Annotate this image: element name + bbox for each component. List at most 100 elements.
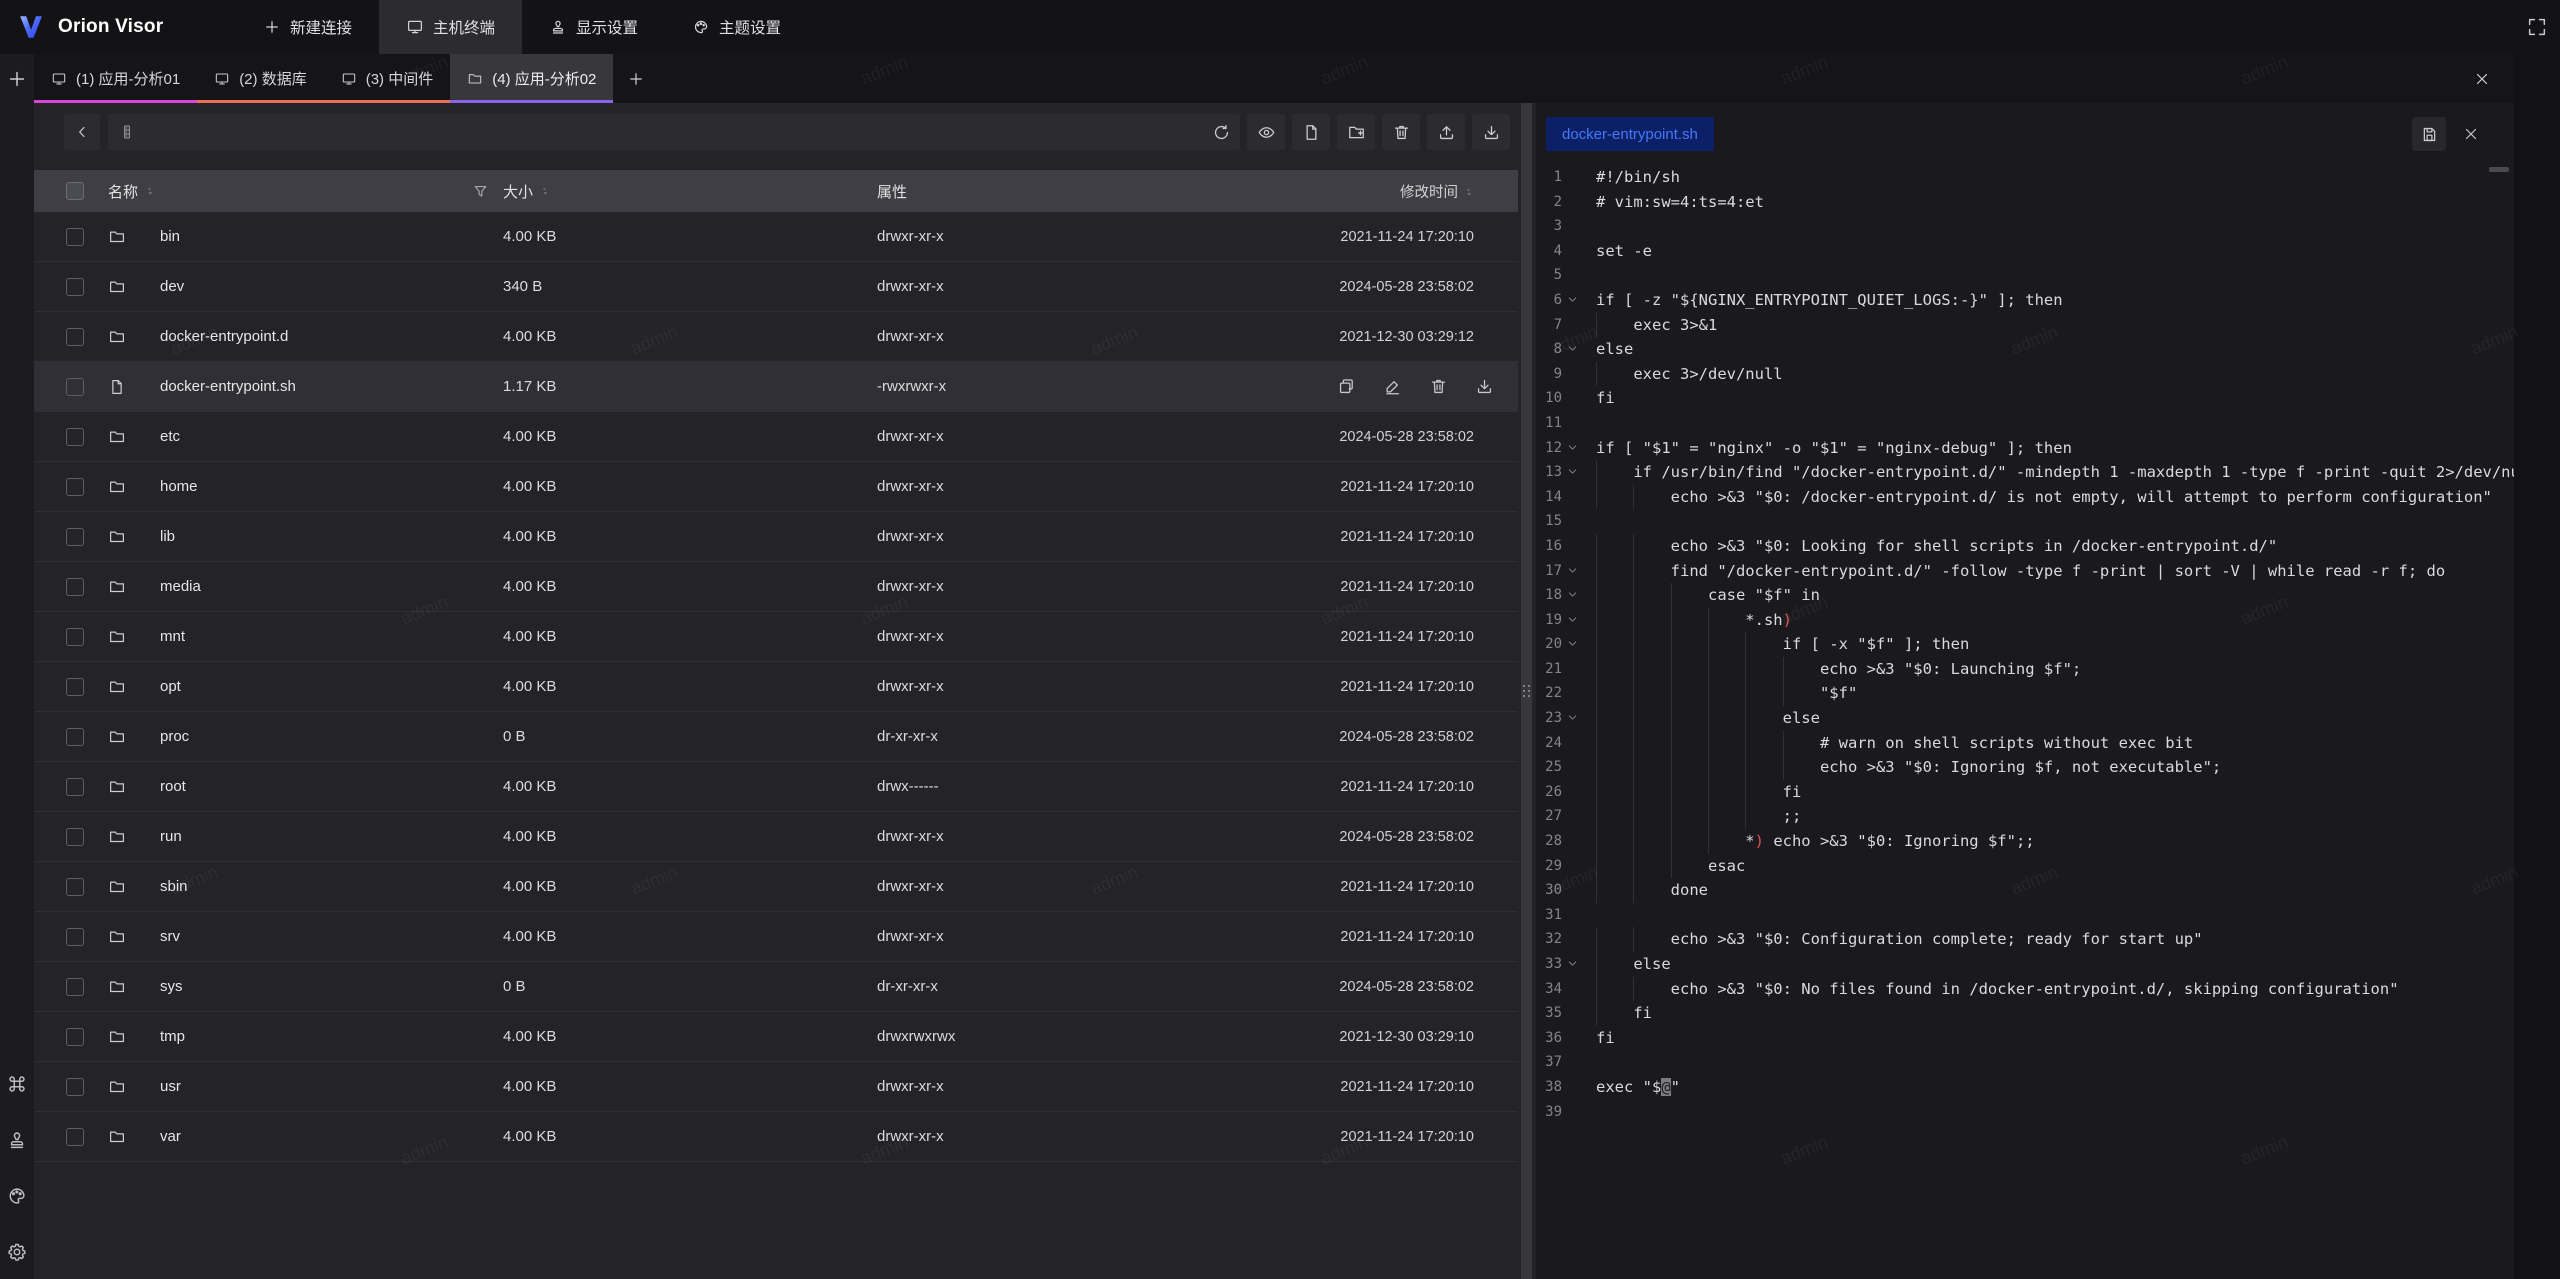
fullscreen-button[interactable]: [2514, 0, 2560, 54]
file-row-mnt[interactable]: mnt4.00 KBdrwxr-xr-x2021-11-24 17:20:10: [34, 612, 1518, 662]
row-checkbox[interactable]: [66, 628, 84, 646]
file-row-sys[interactable]: sys0 Bdr-xr-xr-x2024-05-28 23:58:02: [34, 962, 1518, 1012]
fold-chevron-icon[interactable]: [1566, 465, 1579, 478]
row-checkbox[interactable]: [66, 378, 84, 396]
file-row-sbin[interactable]: sbin4.00 KBdrwxr-xr-x2021-11-24 17:20:10: [34, 862, 1518, 912]
file-name[interactable]: docker-entrypoint.sh: [160, 378, 503, 395]
file-name[interactable]: var: [160, 1128, 503, 1145]
save-button[interactable]: [2412, 117, 2446, 151]
file-name[interactable]: bin: [160, 228, 503, 245]
file-row-opt[interactable]: opt4.00 KBdrwxr-xr-x2021-11-24 17:20:10: [34, 662, 1518, 712]
session-tab-2[interactable]: (2) 数据库: [197, 54, 324, 103]
fold-chevron-icon[interactable]: [1566, 441, 1579, 454]
row-checkbox[interactable]: [66, 678, 84, 696]
session-tab-4[interactable]: (4) 应用-分析02: [450, 54, 613, 103]
row-checkbox[interactable]: [66, 228, 84, 246]
file-name[interactable]: dev: [160, 278, 503, 295]
row-checkbox[interactable]: [66, 1028, 84, 1046]
file-row-var[interactable]: var4.00 KBdrwxr-xr-x2021-11-24 17:20:10: [34, 1112, 1518, 1162]
file-name[interactable]: etc: [160, 428, 503, 445]
file-row-docker-entrypoint.sh[interactable]: docker-entrypoint.sh1.17 KB-rwxrwxr-x: [34, 362, 1518, 412]
rail-shortcuts-button[interactable]: [4, 1071, 30, 1097]
fold-chevron-icon[interactable]: [1566, 564, 1579, 577]
file-row-media[interactable]: media4.00 KBdrwxr-xr-x2021-11-24 17:20:1…: [34, 562, 1518, 612]
download-button[interactable]: [1472, 114, 1510, 150]
row-checkbox[interactable]: [66, 878, 84, 896]
file-name[interactable]: root: [160, 778, 503, 795]
rail-display-settings-button[interactable]: [4, 1127, 30, 1153]
file-row-bin[interactable]: bin4.00 KBdrwxr-xr-x2021-11-24 17:20:10: [34, 212, 1518, 262]
refresh-button[interactable]: [1202, 114, 1240, 150]
fold-chevron-icon[interactable]: [1566, 613, 1579, 626]
file-row-home[interactable]: home4.00 KBdrwxr-xr-x2021-11-24 17:20:10: [34, 462, 1518, 512]
upload-button[interactable]: [1427, 114, 1465, 150]
file-name[interactable]: mnt: [160, 628, 503, 645]
new-file-button[interactable]: [1292, 114, 1330, 150]
close-all-tabs-button[interactable]: [2450, 54, 2514, 103]
file-name[interactable]: home: [160, 478, 503, 495]
file-name[interactable]: usr: [160, 1078, 503, 1095]
row-checkbox[interactable]: [66, 978, 84, 996]
row-checkbox[interactable]: [66, 478, 84, 496]
file-name[interactable]: media: [160, 578, 503, 595]
fold-chevron-icon[interactable]: [1566, 342, 1579, 355]
file-row-etc[interactable]: etc4.00 KBdrwxr-xr-x2024-05-28 23:58:02: [34, 412, 1518, 462]
row-checkbox[interactable]: [66, 428, 84, 446]
menu-theme-settings[interactable]: 主题设置: [665, 0, 808, 54]
row-checkbox[interactable]: [66, 528, 84, 546]
code-area[interactable]: 1#!/bin/sh2# vim:sw=4:ts=4:et34set -e56i…: [1536, 165, 2514, 1279]
file-row-proc[interactable]: proc0 Bdr-xr-xr-x2024-05-28 23:58:02: [34, 712, 1518, 762]
file-row-srv[interactable]: srv4.00 KBdrwxr-xr-x2021-11-24 17:20:10: [34, 912, 1518, 962]
col-size[interactable]: 大小: [503, 181, 533, 202]
row-copy-button[interactable]: [1337, 377, 1356, 396]
row-checkbox[interactable]: [66, 778, 84, 796]
rail-new-session-button[interactable]: [4, 66, 30, 92]
rail-settings-button[interactable]: [4, 1239, 30, 1265]
file-name[interactable]: docker-entrypoint.d: [160, 328, 503, 345]
row-checkbox[interactable]: [66, 278, 84, 296]
menu-host-terminal[interactable]: 主机终端: [379, 0, 522, 54]
row-checkbox[interactable]: [66, 328, 84, 346]
file-row-dev[interactable]: dev340 Bdrwxr-xr-x2024-05-28 23:58:02: [34, 262, 1518, 312]
row-edit-button[interactable]: [1383, 377, 1402, 396]
session-tab-1[interactable]: (1) 应用-分析01: [34, 54, 197, 103]
fold-chevron-icon[interactable]: [1566, 711, 1579, 724]
file-name[interactable]: run: [160, 828, 503, 845]
sort-icon[interactable]: [143, 182, 155, 200]
filter-icon[interactable]: [472, 183, 489, 200]
row-checkbox[interactable]: [66, 828, 84, 846]
file-name[interactable]: opt: [160, 678, 503, 695]
file-row-usr[interactable]: usr4.00 KBdrwxr-xr-x2021-11-24 17:20:10: [34, 1062, 1518, 1112]
preview-button[interactable]: [1247, 114, 1285, 150]
row-delete-button[interactable]: [1429, 377, 1448, 396]
fold-chevron-icon[interactable]: [1566, 588, 1579, 601]
file-name[interactable]: sbin: [160, 878, 503, 895]
row-download-button[interactable]: [1475, 377, 1494, 396]
file-name[interactable]: tmp: [160, 1028, 503, 1045]
file-name[interactable]: lib: [160, 528, 503, 545]
file-row-lib[interactable]: lib4.00 KBdrwxr-xr-x2021-11-24 17:20:10: [34, 512, 1518, 562]
file-row-run[interactable]: run4.00 KBdrwxr-xr-x2024-05-28 23:58:02: [34, 812, 1518, 862]
back-button[interactable]: [64, 114, 100, 150]
fold-chevron-icon[interactable]: [1566, 637, 1579, 650]
row-checkbox[interactable]: [66, 1128, 84, 1146]
sort-icon[interactable]: [1462, 183, 1474, 201]
row-checkbox[interactable]: [66, 928, 84, 946]
add-tab-button[interactable]: [613, 54, 659, 103]
delete-button[interactable]: [1382, 114, 1420, 150]
new-folder-button[interactable]: [1337, 114, 1375, 150]
file-name[interactable]: srv: [160, 928, 503, 945]
col-name[interactable]: 名称: [108, 181, 138, 202]
rail-theme-settings-button[interactable]: [4, 1183, 30, 1209]
editor-scrollbar-thumb[interactable]: [2489, 167, 2509, 172]
file-name[interactable]: proc: [160, 728, 503, 745]
file-row-tmp[interactable]: tmp4.00 KBdrwxrwxrwx2021-12-30 03:29:10: [34, 1012, 1518, 1062]
row-checkbox[interactable]: [66, 1078, 84, 1096]
path-input[interactable]: [108, 114, 1206, 150]
fold-chevron-icon[interactable]: [1566, 957, 1579, 970]
editor-close-button[interactable]: [2454, 117, 2488, 151]
panel-splitter[interactable]: [1518, 103, 1536, 1279]
file-row-root[interactable]: root4.00 KBdrwx------2021-11-24 17:20:10: [34, 762, 1518, 812]
sort-icon[interactable]: [538, 182, 550, 200]
row-checkbox[interactable]: [66, 578, 84, 596]
